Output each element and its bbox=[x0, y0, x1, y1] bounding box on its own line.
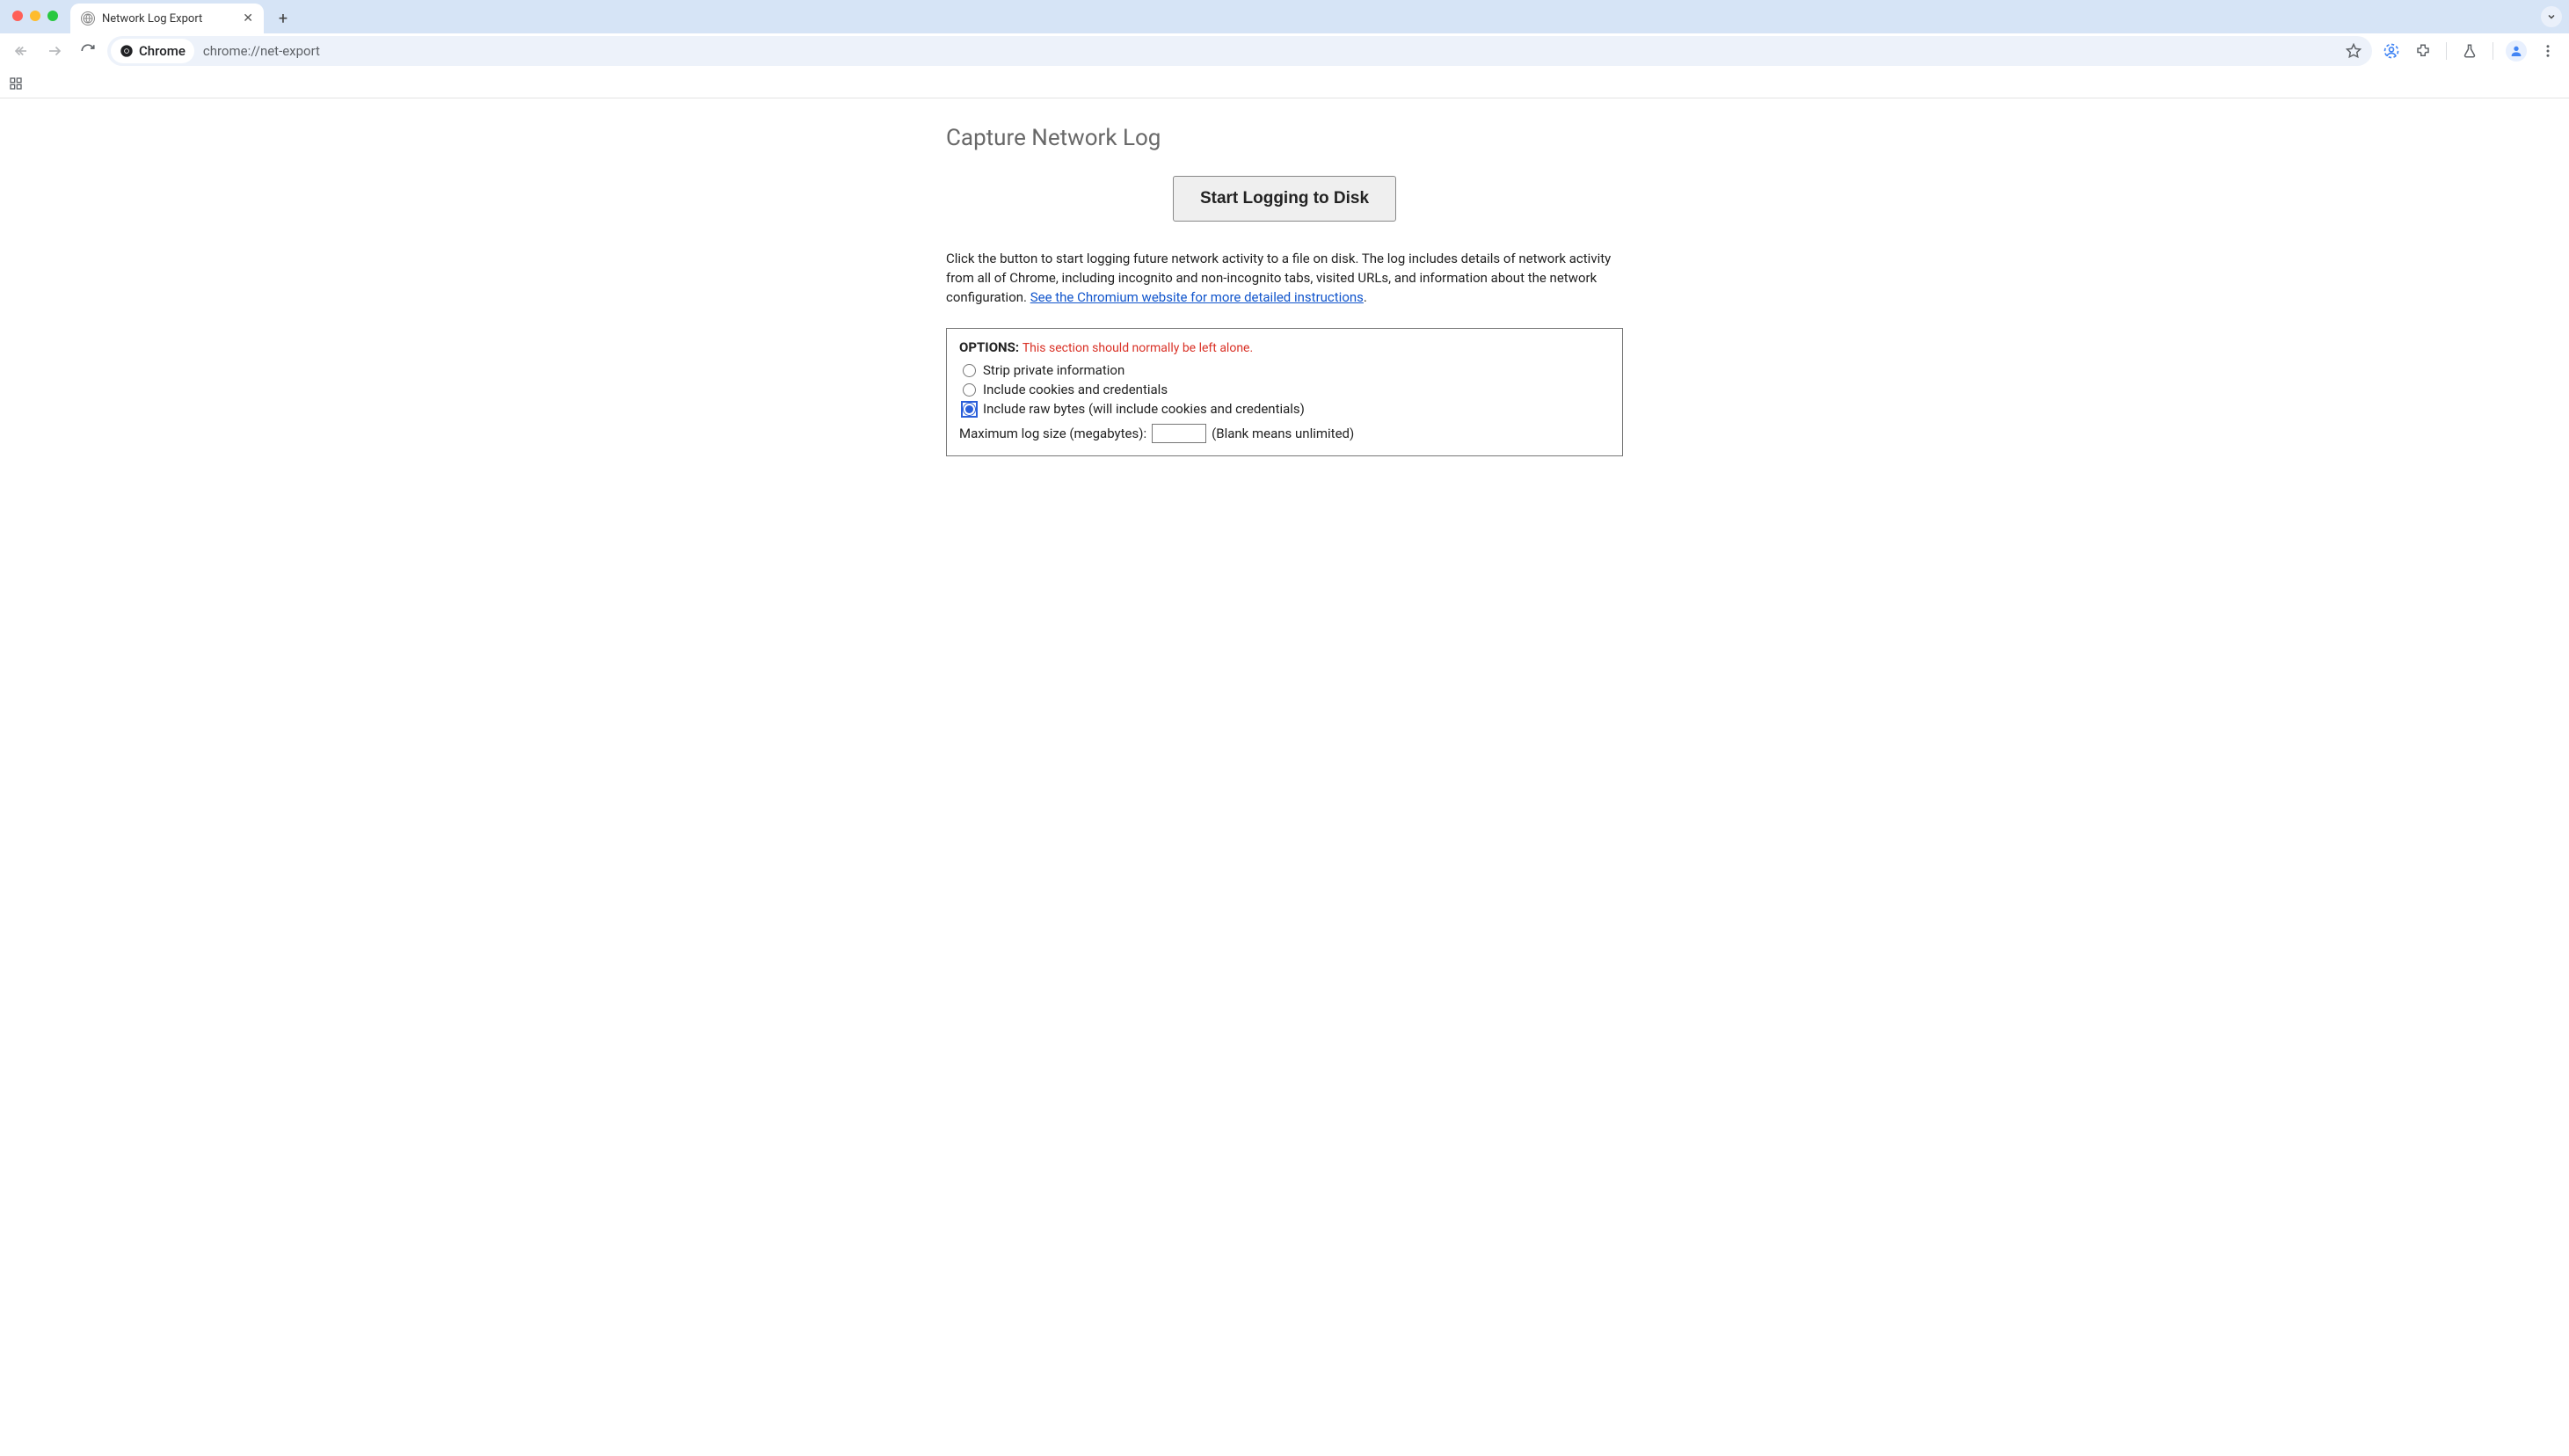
fullscreen-window-button[interactable] bbox=[47, 11, 58, 21]
page-title: Capture Network Log bbox=[946, 125, 1623, 151]
close-window-button[interactable] bbox=[12, 11, 23, 21]
minimize-window-button[interactable] bbox=[30, 11, 40, 21]
browser-toolbar: Chrome chrome://net-export bbox=[0, 33, 2569, 69]
labs-icon[interactable] bbox=[2456, 37, 2484, 65]
instructions-link[interactable]: See the Chromium website for more detail… bbox=[1030, 289, 1364, 305]
new-tab-button[interactable]: + bbox=[271, 6, 295, 31]
reload-button[interactable] bbox=[74, 37, 102, 65]
radio-label: Include cookies and credentials bbox=[983, 382, 1168, 397]
start-logging-button[interactable]: Start Logging to Disk bbox=[1173, 176, 1396, 222]
options-warning: This section should normally be left alo… bbox=[1023, 341, 1253, 355]
options-panel: OPTIONS: This section should normally be… bbox=[946, 328, 1623, 456]
max-size-input[interactable] bbox=[1152, 424, 1206, 443]
options-label: OPTIONS: bbox=[959, 339, 1019, 355]
profile-avatar[interactable] bbox=[2502, 37, 2530, 65]
globe-icon bbox=[81, 11, 95, 25]
bookmarks-bar bbox=[0, 69, 2569, 98]
description-end: . bbox=[1364, 289, 1367, 305]
menu-button[interactable] bbox=[2534, 37, 2562, 65]
toolbar-actions bbox=[2377, 37, 2562, 65]
description-text: Click the button to start logging future… bbox=[946, 250, 1623, 307]
site-chip-label: Chrome bbox=[139, 43, 186, 59]
tab-overflow-button[interactable] bbox=[2541, 6, 2562, 27]
site-chip[interactable]: Chrome bbox=[111, 39, 194, 63]
radio-input-strip-private[interactable] bbox=[963, 364, 976, 377]
apps-grid-icon[interactable] bbox=[9, 76, 23, 91]
radio-label: Strip private information bbox=[983, 362, 1124, 378]
extensions-icon[interactable] bbox=[2409, 37, 2437, 65]
radio-strip-private[interactable]: Strip private information bbox=[963, 362, 1610, 378]
url-text: chrome://net-export bbox=[203, 43, 320, 59]
radio-include-raw-bytes[interactable]: Include raw bytes (will include cookies … bbox=[963, 401, 1610, 417]
max-size-label: Maximum log size (megabytes): bbox=[959, 426, 1146, 441]
profile-sync-icon[interactable] bbox=[2377, 37, 2405, 65]
page-content: Capture Network Log Start Logging to Dis… bbox=[0, 98, 2569, 483]
back-button[interactable] bbox=[7, 37, 35, 65]
toolbar-separator bbox=[2446, 42, 2447, 60]
chrome-icon bbox=[120, 44, 134, 58]
browser-tab[interactable]: Network Log Export ✕ bbox=[70, 4, 264, 33]
bookmark-star-icon[interactable] bbox=[2346, 43, 2362, 59]
radio-include-cookies[interactable]: Include cookies and credentials bbox=[963, 382, 1610, 397]
radio-input-include-cookies[interactable] bbox=[963, 383, 976, 397]
max-log-size-row: Maximum log size (megabytes): (Blank mea… bbox=[959, 424, 1610, 443]
max-size-hint: (Blank means unlimited) bbox=[1212, 426, 1354, 441]
window-controls bbox=[12, 11, 58, 21]
radio-input-include-raw-bytes[interactable] bbox=[963, 403, 976, 416]
radio-label: Include raw bytes (will include cookies … bbox=[983, 401, 1305, 417]
forward-button[interactable] bbox=[40, 37, 69, 65]
tab-strip: Network Log Export ✕ + bbox=[0, 0, 2569, 33]
address-bar[interactable]: Chrome chrome://net-export bbox=[107, 36, 2372, 66]
close-tab-icon[interactable]: ✕ bbox=[243, 12, 253, 25]
tab-title: Network Log Export bbox=[102, 12, 202, 25]
